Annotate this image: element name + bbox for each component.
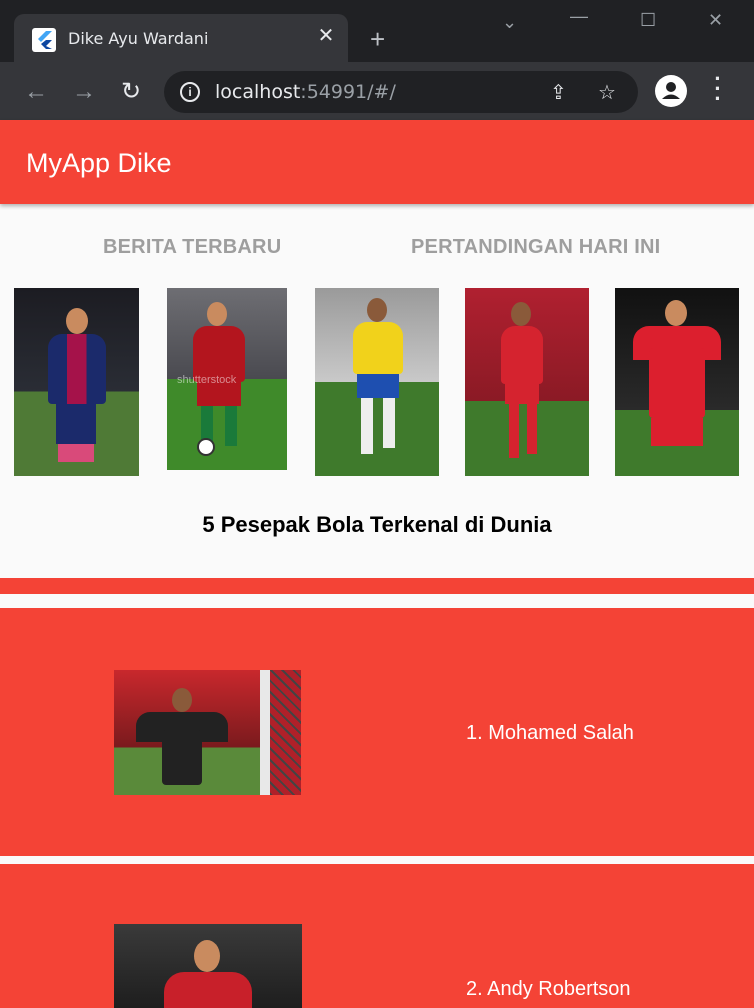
star-icon[interactable]: ☆ [598, 80, 616, 105]
tab-title: Dike Ayu Wardani [68, 29, 209, 48]
flutter-icon [32, 28, 56, 52]
player-card-2[interactable]: 2. Andy Robertson [0, 864, 754, 1008]
player-image-messi [14, 288, 139, 476]
chevron-down-icon[interactable]: ⌄ [502, 12, 517, 33]
tab-bar: BERITA TERBARU PERTANDINGAN HARI INI [0, 204, 754, 288]
headline: 5 Pesepak Bola Terkenal di Dunia [202, 512, 552, 537]
reload-icon[interactable]: ↻ [117, 78, 145, 106]
app-bar: MyApp Dike [0, 120, 754, 204]
share-icon[interactable]: ⇪ [550, 80, 567, 105]
player-card-1[interactable]: 1. Mohamed Salah [0, 608, 754, 856]
player-photo-robertson [114, 924, 302, 1008]
minimize-icon[interactable]: — [570, 6, 588, 27]
player-image-salah [465, 288, 589, 476]
forward-icon[interactable]: → [70, 78, 98, 106]
player-name: 1. Mohamed Salah [466, 722, 634, 744]
profile-icon[interactable] [655, 75, 687, 107]
tab-pertandingan-hari-ini[interactable]: PERTANDINGAN HARI INI [411, 236, 660, 259]
player-photo-salah [114, 670, 301, 795]
url-text: localhost:54991/#/ [215, 81, 396, 103]
browser-tab[interactable]: Dike Ayu Wardani ✕ [14, 14, 348, 62]
player-image-lewandowski [615, 288, 739, 476]
watermark-text: shutterstock [177, 374, 237, 386]
player-image-neymar [315, 288, 439, 476]
browser-toolbar: ← → ↻ i localhost:54991/#/ ⇪ ☆ · · · [0, 62, 754, 120]
player-name: 2. Andy Robertson [466, 978, 631, 1000]
maximize-icon[interactable]: ☐ [640, 10, 656, 31]
plus-icon[interactable]: + [370, 26, 385, 52]
menu-icon[interactable]: · · · [710, 68, 726, 110]
browser-tabbar: Dike Ayu Wardani ✕ + ⌄ — ☐ ✕ [0, 0, 754, 62]
back-icon[interactable]: ← [22, 78, 50, 106]
app-title: MyApp Dike [26, 148, 172, 178]
divider-band [0, 578, 754, 594]
close-icon[interactable]: ✕ [316, 26, 336, 46]
tab-berita-terbaru[interactable]: BERITA TERBARU [103, 236, 281, 259]
player-image-ronaldo: shutterstock [167, 288, 287, 470]
window-close-icon[interactable]: ✕ [708, 10, 723, 31]
address-bar[interactable]: i localhost:54991/#/ ⇪ ☆ [164, 71, 638, 113]
info-icon[interactable]: i [180, 82, 200, 102]
